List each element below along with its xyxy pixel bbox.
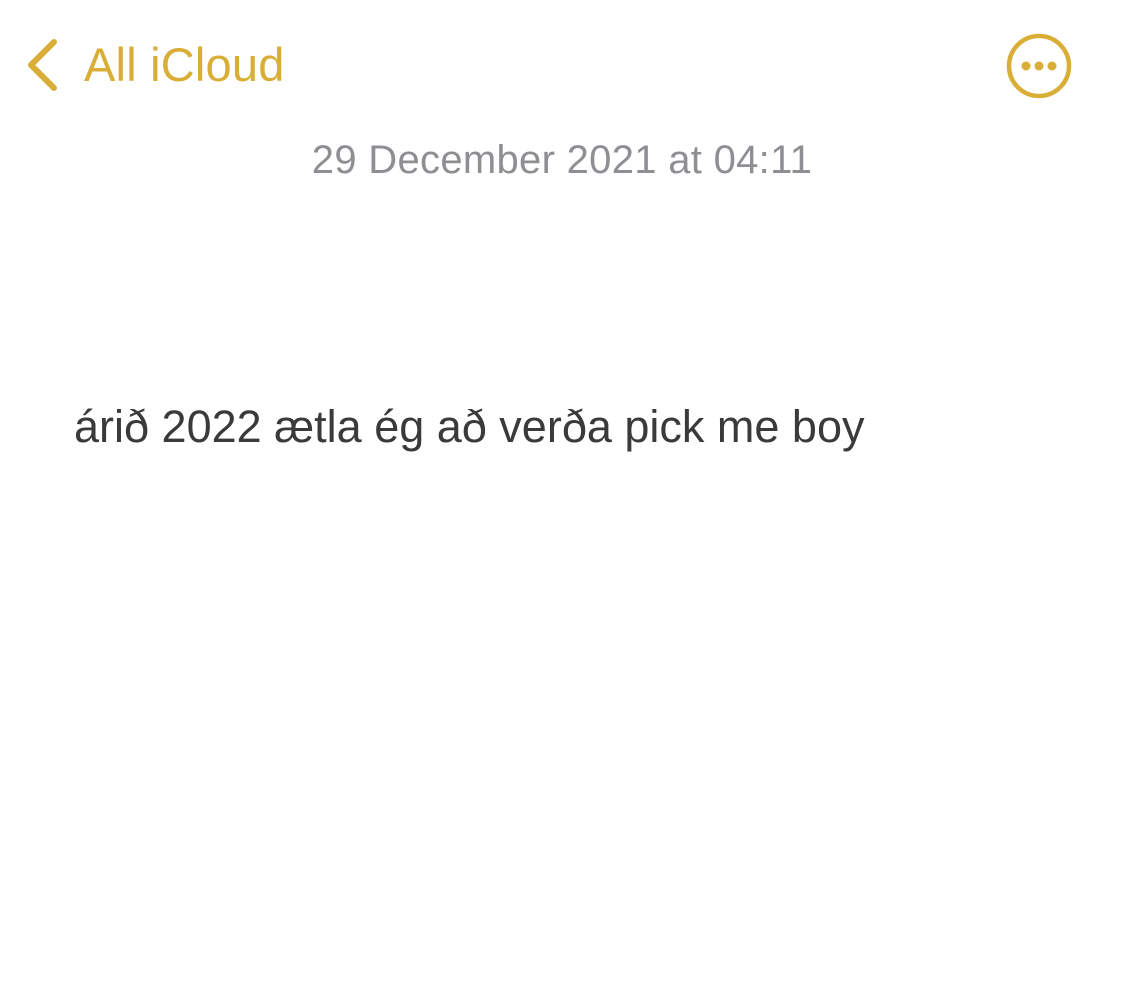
more-options-button[interactable] [1004,33,1074,103]
ellipsis-circle-icon [1004,33,1074,107]
navigation-bar: All iCloud [0,0,1124,130]
back-button-label: All iCloud [84,38,285,91]
note-timestamp: 29 December 2021 at 04:11 [311,138,813,182]
note-body-text[interactable]: árið 2022 ætla ég að verða pick me boy [74,394,1054,460]
back-button[interactable]: All iCloud [22,30,285,100]
chevron-left-icon [22,30,66,100]
